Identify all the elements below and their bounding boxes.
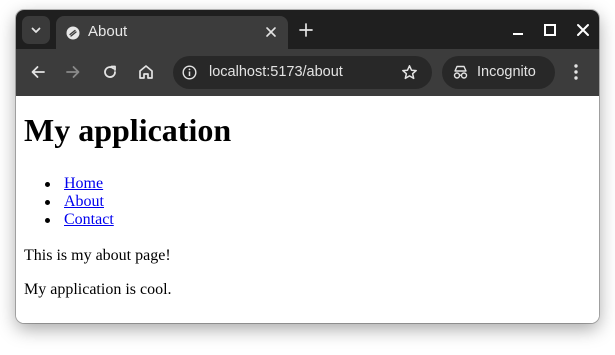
nav-link-contact[interactable]: Contact — [64, 211, 114, 228]
nav-item-contact: Contact — [24, 211, 114, 229]
back-arrow-icon[interactable] — [29, 63, 47, 81]
incognito-label: Incognito — [477, 64, 536, 80]
tab-strip: About — [16, 10, 599, 49]
incognito-indicator[interactable]: Incognito — [442, 56, 555, 89]
plus-icon[interactable] — [298, 22, 314, 38]
chevron-down-icon — [31, 27, 41, 33]
about-paragraph: This is my about page! — [24, 247, 171, 264]
star-icon[interactable] — [401, 64, 418, 81]
address-bar[interactable]: localhost:5173/about — [173, 56, 432, 89]
nav-list: Home About Contact — [24, 175, 114, 229]
incognito-icon — [453, 65, 468, 79]
page-title: My application — [24, 112, 232, 148]
minimize-icon[interactable] — [511, 23, 525, 37]
close-icon[interactable] — [264, 25, 278, 39]
tab-about[interactable]: About — [56, 16, 288, 49]
forward-arrow-icon[interactable] — [64, 63, 82, 81]
nav-link-about[interactable]: About — [64, 193, 104, 210]
tab-title: About — [88, 23, 128, 40]
url-text[interactable]: localhost:5173/about — [209, 64, 343, 80]
nav-item-about: About — [24, 193, 114, 211]
browser-toolbar: localhost:5173/about Incognito — [16, 49, 599, 96]
info-icon[interactable] — [182, 65, 197, 80]
nav-link-home[interactable]: Home — [64, 175, 103, 192]
tab-search-button[interactable] — [22, 16, 50, 44]
nav-item-home: Home — [24, 175, 114, 193]
home-icon[interactable] — [137, 63, 155, 81]
more-vert-icon[interactable] — [567, 62, 585, 82]
page-content: My application Home About Contact This i… — [16, 96, 599, 323]
favicon-icon — [66, 26, 80, 40]
cool-paragraph: My application is cool. — [24, 281, 172, 298]
browser-window: About localhost:5173/about Incognito My … — [16, 10, 599, 323]
reload-icon[interactable] — [101, 63, 119, 81]
close-icon[interactable] — [576, 23, 590, 37]
maximize-icon[interactable] — [543, 23, 557, 37]
